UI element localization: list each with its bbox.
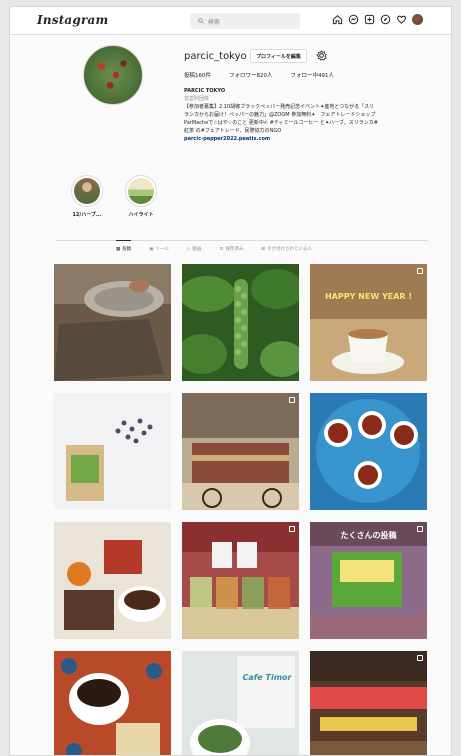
- tab-label: 動画: [192, 247, 202, 252]
- tab-tagged[interactable]: ⊠ タグ付けされている人: [261, 246, 312, 253]
- grid-icon: ▦: [116, 246, 121, 252]
- top-nav-bar: Instagram 検索: [10, 7, 451, 35]
- post-image: [310, 264, 427, 381]
- new-post-icon[interactable]: [364, 14, 375, 25]
- profile-bio: PARCIC TOKYO 非営利団体 【参加者募集】2.10胡椒ブラックペッパー…: [184, 87, 434, 143]
- explore-icon[interactable]: [380, 14, 391, 25]
- followers-count[interactable]: フォロワー820人: [229, 71, 273, 79]
- heart-icon[interactable]: [396, 14, 407, 25]
- multiple-images-icon: [417, 268, 423, 274]
- bio-line: 紅茶 の#フェアトレード、民際協力のNGO: [184, 128, 282, 134]
- instagram-logo[interactable]: Instagram: [37, 13, 108, 27]
- post-image: [54, 651, 171, 755]
- post-thumbnail[interactable]: [54, 393, 171, 510]
- home-icon[interactable]: [332, 14, 343, 25]
- search-icon: [198, 18, 204, 24]
- tag-icon: ⊠: [261, 246, 266, 252]
- multiple-images-icon: [289, 397, 295, 403]
- post-overlay-text: HAPPY NEW YEAR !: [324, 292, 412, 301]
- tab-videos[interactable]: ▷ 動画: [187, 246, 202, 253]
- bio-name: PARCIC TOKYO: [184, 88, 226, 94]
- profile-stats: 投稿160件 フォロワー820人 フォロー中491人: [184, 71, 334, 79]
- messenger-icon[interactable]: [348, 14, 359, 25]
- profile-tabs: ▦ 投稿 ▣ リール ▷ 動画 ⊡ 保存済み ⊠ タグ付けされている人: [116, 240, 312, 253]
- post-thumbnail[interactable]: [182, 264, 299, 381]
- post-thumbnail[interactable]: [54, 651, 171, 755]
- multiple-images-icon: [417, 655, 423, 661]
- nav-icons: [332, 14, 423, 25]
- tab-label: タグ付けされている人: [267, 247, 312, 252]
- post-overlay-text: たくさんの投稿: [340, 531, 397, 540]
- post-image: [182, 264, 299, 381]
- post-thumbnail[interactable]: [310, 393, 427, 510]
- story-highlight[interactable]: ハイライト: [121, 175, 161, 218]
- bio-line: ParMacheで☆はや☆のこと 更新中✍ #ティミールコーヒー と✦ハーブ、ス…: [184, 120, 378, 126]
- post-thumbnail[interactable]: [182, 393, 299, 510]
- edit-profile-button[interactable]: プロフィールを編集: [250, 49, 307, 63]
- post-thumbnail[interactable]: Cafe Timor: [182, 651, 299, 755]
- profile-username: parcic_tokyo: [184, 51, 247, 62]
- post-thumbnail[interactable]: HAPPY NEW YEAR !: [310, 264, 427, 381]
- search-placeholder: 検索: [208, 18, 221, 26]
- post-image: [54, 264, 171, 381]
- story-highlight[interactable]: 12/ハーブ...: [67, 175, 107, 218]
- instagram-page: Instagram 検索 parcic_tokyo プロフィールを編集 投稿16…: [9, 6, 452, 756]
- highlight-cover: [125, 175, 157, 207]
- tab-label: 保存済み: [225, 247, 244, 252]
- post-image: [54, 522, 171, 639]
- bio-category: 非営利団体: [184, 96, 210, 102]
- profile-avatar-nav[interactable]: [412, 14, 423, 25]
- post-image: [54, 393, 171, 510]
- posts-count: 投稿160件: [184, 73, 211, 79]
- search-input[interactable]: 検索: [190, 13, 300, 29]
- following-count[interactable]: フォロー中491人: [291, 71, 335, 79]
- posts-grid: HAPPY NEW YEAR ! たくさんの投稿 Cafe Timor: [54, 264, 427, 755]
- bio-line: ランカからお届け！ペッパーの魅力」@ZOOM 参加無料✦ フェアトレードショップ: [184, 112, 376, 118]
- multiple-images-icon: [417, 526, 423, 532]
- video-icon: ▷: [187, 246, 191, 252]
- highlight-cover: [71, 175, 103, 207]
- post-image: [310, 393, 427, 510]
- post-thumbnail[interactable]: [182, 522, 299, 639]
- profile-picture[interactable]: [83, 45, 143, 105]
- tabs-divider: [56, 240, 428, 241]
- post-image: [182, 522, 299, 639]
- post-image: [182, 393, 299, 510]
- post-overlay-text: Cafe Timor: [242, 673, 292, 682]
- post-thumbnail[interactable]: たくさんの投稿: [310, 522, 427, 639]
- tab-reels[interactable]: ▣ リール: [149, 246, 170, 253]
- tab-posts[interactable]: ▦ 投稿: [116, 240, 132, 252]
- bio-link[interactable]: parcic-pepper2022.peatix.com: [184, 135, 434, 143]
- post-thumbnail[interactable]: [54, 264, 171, 381]
- tab-label: 投稿: [122, 247, 132, 252]
- tab-label: リール: [155, 247, 170, 252]
- bookmark-icon: ⊡: [219, 246, 224, 252]
- multiple-images-icon: [289, 526, 295, 532]
- highlight-label: ハイライト: [128, 212, 154, 218]
- post-image: [182, 651, 299, 755]
- gear-icon[interactable]: [316, 50, 327, 61]
- post-thumbnail[interactable]: [310, 651, 427, 755]
- tab-saved[interactable]: ⊡ 保存済み: [219, 246, 244, 253]
- post-image: [310, 651, 427, 755]
- post-thumbnail[interactable]: [54, 522, 171, 639]
- bio-line: 【参加者募集】2.10胡椒ブラックペッパー発売記念イベント✦産地とつながる「スリ: [184, 104, 375, 110]
- reels-icon: ▣: [149, 246, 154, 252]
- highlight-label: 12/ハーブ...: [72, 212, 102, 218]
